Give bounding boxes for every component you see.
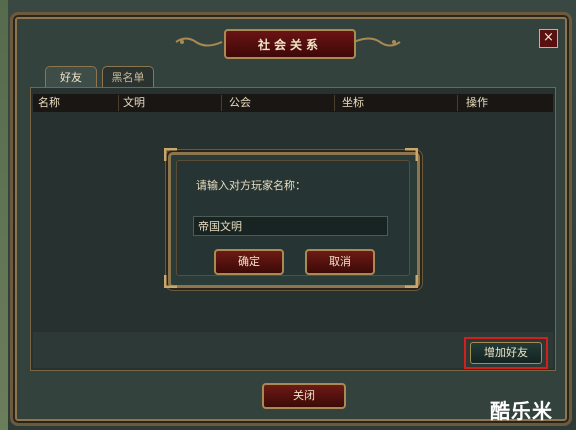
column-header-civilization[interactable]: 文明 — [123, 95, 222, 111]
tab-friends[interactable]: 好友 — [45, 66, 97, 89]
column-header-name[interactable]: 名称 — [38, 95, 119, 111]
close-button[interactable]: 关闭 — [262, 383, 346, 409]
title-ornament-left-icon — [175, 37, 223, 47]
column-header-coordinates[interactable]: 坐标 — [342, 95, 458, 111]
dialog-prompt: 请输入对方玩家名称： — [196, 179, 306, 192]
confirm-button[interactable]: 确定 — [214, 249, 284, 275]
title-ornament-right-icon — [353, 37, 401, 47]
close-icon[interactable]: × — [539, 29, 558, 48]
dialog-corner-ornament-icon — [405, 148, 418, 161]
dialog-corner-ornament-icon — [405, 275, 418, 288]
cancel-button[interactable]: 取消 — [305, 249, 375, 275]
column-header-actions[interactable]: 操作 — [466, 95, 546, 111]
dialog-corner-ornament-icon — [164, 148, 177, 161]
add-friend-button[interactable]: 增加好友 — [470, 342, 542, 364]
window-title: 社会关系 — [224, 29, 356, 59]
background-strip — [0, 0, 8, 430]
player-name-input[interactable]: 帝国文明 — [193, 216, 388, 236]
watermark: 酷乐米 — [490, 399, 553, 423]
column-header-guild[interactable]: 公会 — [229, 95, 335, 111]
tab-blacklist[interactable]: 黑名单 — [102, 66, 154, 89]
dialog-corner-ornament-icon — [164, 275, 177, 288]
